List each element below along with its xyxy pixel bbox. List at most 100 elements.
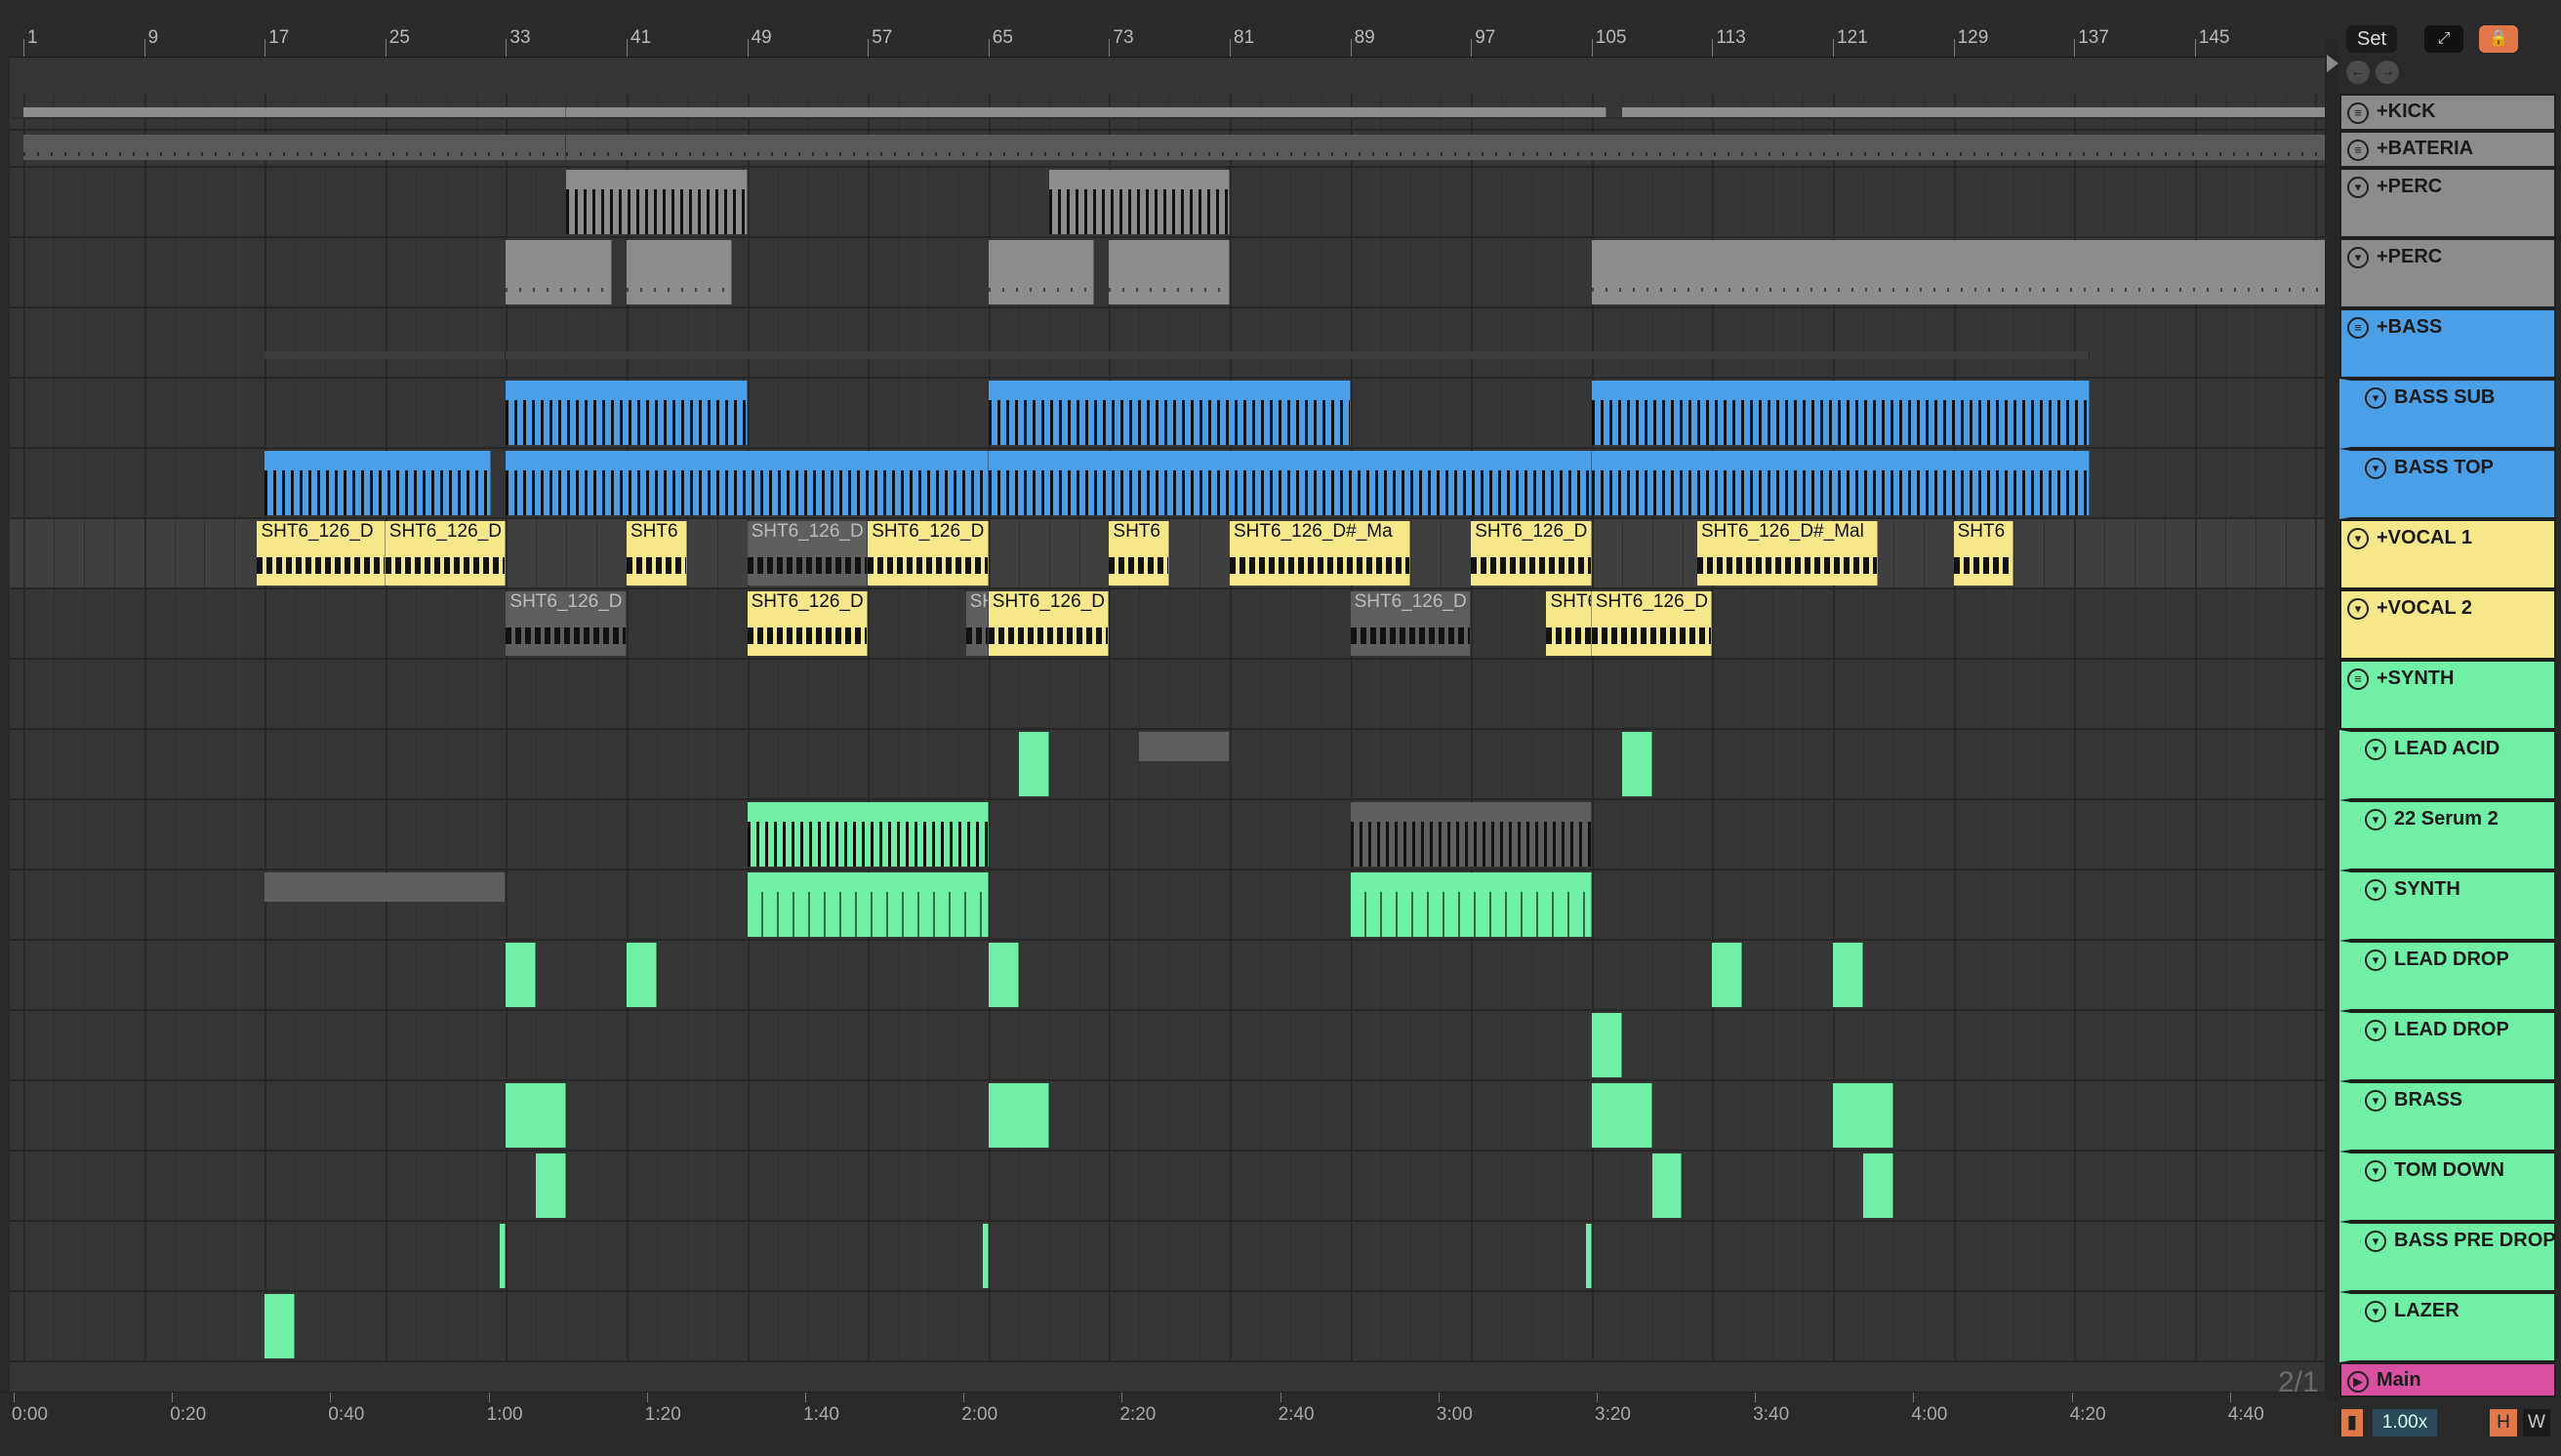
bass-group-clip[interactable]	[506, 351, 2090, 359]
serum-clip[interactable]	[1350, 802, 1592, 867]
bass-pre-drop-clip[interactable]	[982, 1224, 989, 1288]
serum-clip[interactable]	[747, 802, 989, 867]
track-lane[interactable]	[10, 941, 2325, 1011]
bass-top-clip[interactable]	[264, 451, 491, 515]
brass-clip[interactable]	[1833, 1083, 1893, 1148]
fold-icon[interactable]: ▾	[2365, 1020, 2386, 1041]
play-icon[interactable]: ▶	[2347, 1371, 2369, 1393]
perc-clip[interactable]	[566, 170, 748, 234]
track-lane[interactable]	[10, 308, 2325, 379]
fold-icon[interactable]: ▾	[2365, 950, 2386, 971]
group-list-icon[interactable]: ≡	[2347, 668, 2369, 690]
fold-icon[interactable]: ▾	[2365, 809, 2386, 830]
brass-clip[interactable]	[1591, 1083, 1652, 1148]
brass-clip[interactable]	[506, 1083, 567, 1148]
forward-arrow-icon[interactable]: →	[2376, 61, 2399, 84]
bass-group-clip[interactable]	[264, 351, 507, 359]
fold-icon[interactable]: ▾	[2365, 1301, 2386, 1322]
lead-acid-clip[interactable]	[1018, 732, 1049, 796]
track-lane[interactable]	[10, 379, 2325, 449]
bar-ruler[interactable]: 1 9 17 25 33 41 49 57 65 73 81 89 97 105 113 121 129 137 1…	[10, 10, 2325, 58]
lead-drop-clip[interactable]	[627, 943, 657, 1007]
bass-top-clip[interactable]	[506, 451, 989, 515]
bass-sub-clip[interactable]	[1591, 381, 2090, 445]
fold-icon[interactable]: ▾	[2347, 598, 2369, 620]
track-header[interactable]: ▾ 22 Serum 2	[2339, 800, 2556, 870]
fold-icon[interactable]: ▾	[2347, 528, 2369, 549]
track-header[interactable]: ▾ BASS TOP	[2339, 449, 2556, 519]
w-toggle[interactable]: W	[2523, 1409, 2550, 1436]
track-lane[interactable]	[10, 238, 2325, 308]
loop-region-bar[interactable]	[10, 117, 2325, 119]
tom-down-clip[interactable]	[536, 1153, 567, 1218]
track-header[interactable]: ≡ +SYNTH	[2339, 660, 2556, 730]
perc-clip[interactable]	[1048, 170, 1230, 234]
vocal-1-clip[interactable]: SHT6_126_D	[257, 521, 386, 586]
bass-sub-clip[interactable]	[506, 381, 748, 445]
track-lane[interactable]	[10, 94, 2325, 131]
collapse-arrow-icon[interactable]	[2327, 55, 2338, 72]
track-header[interactable]: ≡ +KICK	[2339, 94, 2556, 131]
group-list-icon[interactable]: ≡	[2347, 140, 2369, 161]
track-header[interactable]: ▾ LEAD ACID	[2339, 730, 2556, 800]
lead-drop-clip[interactable]	[506, 943, 537, 1007]
perc-clip[interactable]	[1109, 240, 1230, 304]
tom-down-clip[interactable]	[1651, 1153, 1683, 1218]
track-header[interactable]: ▾ +VOCAL 2	[2339, 589, 2556, 660]
track-lane[interactable]	[10, 449, 2325, 519]
vocal-1-clip[interactable]: SHT6	[627, 521, 687, 586]
fold-icon[interactable]: ▾	[2347, 247, 2369, 268]
track-header[interactable]: ≡ +BASS	[2339, 308, 2556, 379]
synth-clip[interactable]	[1350, 872, 1592, 937]
group-list-icon[interactable]: ≡	[2347, 102, 2369, 124]
track-lane[interactable]: SHT6_126_D SHT6_126_D SHT6 SHT6_126_D SHT6_1…	[10, 519, 2325, 589]
brass-clip[interactable]	[988, 1083, 1049, 1148]
track-lane[interactable]	[10, 800, 2325, 870]
track-header[interactable]: ▾ TOM DOWN	[2339, 1152, 2556, 1222]
fold-icon[interactable]: ▾	[2365, 387, 2386, 409]
kick-clip[interactable]	[566, 107, 1607, 117]
lead-drop-clip[interactable]	[1712, 943, 1743, 1007]
fold-icon[interactable]: ▾	[2365, 739, 2386, 760]
fold-icon[interactable]: ▾	[2365, 1231, 2386, 1252]
tempo-factor-field[interactable]: 1.00x	[2373, 1409, 2437, 1436]
track-header-divider[interactable]	[2325, 39, 2338, 1401]
vocal-2-clip[interactable]: SHT6_126_D	[988, 591, 1110, 656]
vocal-1-clip[interactable]: SHT6	[1953, 521, 2014, 586]
vocal-2-clip[interactable]: SHT6_126_D	[1591, 591, 1713, 656]
kick-clip[interactable]	[23, 107, 567, 117]
vocal-1-clip[interactable]: SHT6_126_D#_Mal	[1696, 521, 1879, 586]
vocal-1-clip[interactable]: SHT6	[1109, 521, 1170, 586]
bateria-clip[interactable]	[23, 135, 567, 160]
track-header[interactable]: ▾ BASS SUB	[2339, 379, 2556, 449]
group-list-icon[interactable]: ≡	[2347, 317, 2369, 339]
bass-pre-drop-clip[interactable]	[500, 1224, 507, 1288]
fold-icon[interactable]: ▾	[2365, 1160, 2386, 1182]
perc-clip[interactable]	[627, 240, 733, 304]
fold-icon[interactable]: ▾	[2347, 177, 2369, 198]
tom-down-clip[interactable]	[1862, 1153, 1893, 1218]
vocal-2-clip[interactable]: SH	[965, 591, 989, 656]
bass-top-clip[interactable]	[1591, 451, 2090, 515]
track-header[interactable]: ▶ Main	[2339, 1362, 2556, 1397]
vocal-1-clip[interactable]: SHT6_126_D	[868, 521, 989, 586]
track-header[interactable]: ▾ LEAD DROP	[2339, 941, 2556, 1011]
track-lane[interactable]	[10, 131, 2325, 168]
track-lane[interactable]	[10, 1292, 2325, 1362]
track-lane[interactable]	[10, 730, 2325, 800]
perc-clip[interactable]	[506, 240, 612, 304]
perc-clip[interactable]	[988, 240, 1094, 304]
arrangement-area[interactable]: 1 9 17 25 33 41 49 57 65 73 81 89 97 105 113 121 129 137 1…	[10, 10, 2325, 1401]
track-lane[interactable]	[10, 1081, 2325, 1152]
back-arrow-icon[interactable]: ←	[2346, 61, 2370, 84]
track-header[interactable]: ▾ +PERC	[2339, 168, 2556, 238]
lead-drop-clip[interactable]	[988, 943, 1019, 1007]
bass-sub-clip[interactable]	[988, 381, 1351, 445]
track-header[interactable]: ▾ SYNTH	[2339, 870, 2556, 941]
lead-drop-clip[interactable]	[1833, 943, 1863, 1007]
perc-clip[interactable]	[1591, 240, 2325, 304]
fold-icon[interactable]: ▾	[2365, 1090, 2386, 1112]
lead-acid-clip[interactable]	[1139, 732, 1230, 761]
synth-clip[interactable]	[747, 872, 989, 937]
track-lane[interactable]	[10, 660, 2325, 730]
